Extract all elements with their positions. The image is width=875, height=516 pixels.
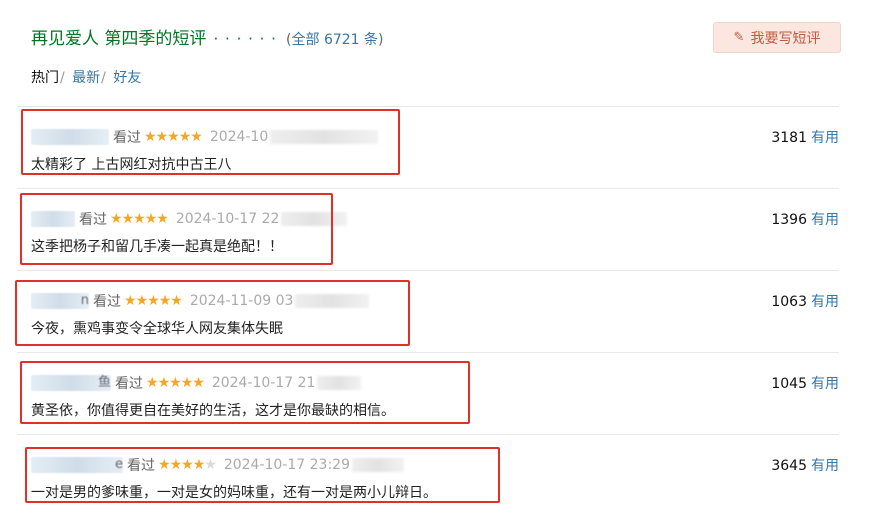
useful-button[interactable]: 有用 xyxy=(811,212,839,228)
pencil-icon: ✎ xyxy=(733,30,745,45)
username[interactable]: n xyxy=(31,293,89,309)
watch-status: 看过 xyxy=(127,458,155,474)
star-filled-icon: ★ xyxy=(144,129,157,145)
rating-stars: ★★★★★ xyxy=(144,129,203,145)
star-filled-icon: ★ xyxy=(167,129,180,145)
username[interactable]: e xyxy=(31,457,123,473)
comment-text: 一对是男的爹味重，一对是女的妈味重，还有一对是两小儿辩日。 xyxy=(31,485,437,501)
tab-latest[interactable]: 最新 xyxy=(72,67,100,87)
vote-count: 3645 有用 xyxy=(771,455,839,475)
vote-count: 3181 有用 xyxy=(771,127,839,147)
write-comment-button[interactable]: ✎ 我要写短评 xyxy=(713,22,841,53)
comment-text: 太精彩了 上古网红对抗中古王八 xyxy=(31,157,232,173)
comment-item: 看过 ★★★★★ 2024-10 3181 有用 太精彩了 上古网红对抗中古王八 xyxy=(17,106,839,188)
comment-list: 看过 ★★★★★ 2024-10 3181 有用 太精彩了 上古网红对抗中古王八 … xyxy=(17,106,839,516)
comment-time: 2024-10-17 23:29 xyxy=(223,457,350,473)
comment-meta: n 看过 ★★★★★ 2024-11-09 03 xyxy=(31,291,370,311)
comment-text: 黄圣依，你值得更自在美好的生活，这才是你最缺的相信。 xyxy=(31,403,395,419)
tab-friends[interactable]: 好友 xyxy=(113,67,141,87)
vote-number: 1063 xyxy=(771,294,807,310)
watch-status: 看过 xyxy=(113,130,141,146)
star-filled-icon: ★ xyxy=(144,211,158,227)
star-filled-icon: ★ xyxy=(158,293,172,309)
star-empty-icon: ★ xyxy=(204,457,217,473)
time-redacted xyxy=(317,376,362,390)
watch-status: 看过 xyxy=(79,212,107,228)
star-filled-icon: ★ xyxy=(147,293,160,309)
star-filled-icon: ★ xyxy=(155,129,169,145)
star-filled-icon: ★ xyxy=(133,211,146,227)
comment-item: 看过 ★★★★★ 2024-10-17 22 1396 有用 这季把杨子和留几手凑… xyxy=(17,188,839,270)
watch-status: 看过 xyxy=(115,376,143,392)
star-filled-icon: ★ xyxy=(169,375,182,391)
star-filled-icon: ★ xyxy=(192,375,205,391)
star-filled-icon: ★ xyxy=(178,129,192,145)
username[interactable]: 鱼 xyxy=(31,375,111,391)
comment-time: 2024-10-17 21 xyxy=(211,375,316,391)
total-close-paren: ) xyxy=(378,32,384,48)
vote-count: 1045 有用 xyxy=(771,373,839,393)
header: 再见爱人 第四季的短评 · · · · · · (全部 6721 条) xyxy=(31,24,384,49)
star-filled-icon: ★ xyxy=(192,457,206,473)
comment-item: n 看过 ★★★★★ 2024-11-09 03 1063 有用 今夜，熏鸡事变令… xyxy=(17,270,839,352)
vote-number: 1396 xyxy=(771,212,807,228)
star-filled-icon: ★ xyxy=(146,375,159,391)
star-filled-icon: ★ xyxy=(157,375,171,391)
vote-count: 1396 有用 xyxy=(771,209,839,229)
tab-separator: / xyxy=(60,70,65,86)
comment-meta: 鱼 看过 ★★★★★ 2024-10-17 21 xyxy=(31,373,362,393)
rating-stars: ★★★★★ xyxy=(110,211,169,227)
comment-time: 2024-10-17 22 xyxy=(175,211,280,227)
rating-stars: ★★★★★ xyxy=(158,457,217,473)
time-redacted xyxy=(351,458,404,472)
star-filled-icon: ★ xyxy=(158,457,171,473)
vote-number: 1045 xyxy=(771,376,807,392)
star-filled-icon: ★ xyxy=(190,129,203,145)
star-filled-icon: ★ xyxy=(170,293,183,309)
comment-time: 2024-11-09 03 xyxy=(189,293,294,309)
tab-separator: / xyxy=(101,70,106,86)
vote-number: 3645 xyxy=(771,458,807,474)
comment-item: 鱼 看过 ★★★★★ 2024-10-17 21 1045 有用 黄圣依，你值得更… xyxy=(17,352,839,434)
star-filled-icon: ★ xyxy=(124,293,137,309)
star-filled-icon: ★ xyxy=(110,211,123,227)
star-filled-icon: ★ xyxy=(180,375,194,391)
star-filled-icon: ★ xyxy=(135,293,149,309)
page-title: 再见爱人 第四季的短评 xyxy=(31,29,207,49)
total-count: (全部 6721 条) xyxy=(286,32,383,48)
write-comment-label: 我要写短评 xyxy=(750,30,821,47)
useful-button[interactable]: 有用 xyxy=(811,458,839,474)
star-filled-icon: ★ xyxy=(169,457,183,473)
star-filled-icon: ★ xyxy=(156,211,169,227)
watch-status: 看过 xyxy=(93,294,121,310)
rating-stars: ★★★★★ xyxy=(146,375,205,391)
comment-item: e 看过 ★★★★★ 2024-10-17 23:29 3645 有用 一对是男的… xyxy=(17,434,839,516)
useful-button[interactable]: 有用 xyxy=(811,130,839,146)
username[interactable] xyxy=(31,129,109,145)
time-redacted xyxy=(295,294,370,308)
all-comments-link[interactable]: 全部 6721 条 xyxy=(292,32,379,48)
comment-meta: 看过 ★★★★★ 2024-10-17 22 xyxy=(31,209,348,229)
useful-button[interactable]: 有用 xyxy=(811,294,839,310)
star-filled-icon: ★ xyxy=(181,457,194,473)
comment-text: 今夜，熏鸡事变令全球华人网友集体失眠 xyxy=(31,321,283,337)
title-dots: · · · · · · xyxy=(213,30,277,48)
comment-meta: 看过 ★★★★★ 2024-10 xyxy=(31,127,379,147)
time-redacted xyxy=(270,130,379,144)
time-redacted xyxy=(281,212,348,226)
comment-meta: e 看过 ★★★★★ 2024-10-17 23:29 xyxy=(31,455,404,475)
tab-hot[interactable]: 热门 xyxy=(31,67,59,87)
vote-count: 1063 有用 xyxy=(771,291,839,311)
sort-tabs: 热门/ 最新/ 好友 xyxy=(31,67,141,87)
vote-number: 3181 xyxy=(771,130,807,146)
comment-text: 这季把杨子和留几手凑一起真是绝配！！ xyxy=(31,239,283,255)
useful-button[interactable]: 有用 xyxy=(811,376,839,392)
star-filled-icon: ★ xyxy=(121,211,135,227)
username[interactable] xyxy=(31,211,75,227)
comment-time: 2024-10 xyxy=(209,129,269,145)
rating-stars: ★★★★★ xyxy=(124,293,183,309)
